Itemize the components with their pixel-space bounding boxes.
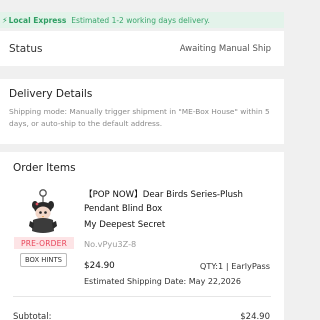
product-variant: My Deepest Secret <box>84 220 166 230</box>
order-items-card: Order Items <box>0 152 284 320</box>
status-value: Awaiting Manual Ship <box>179 43 271 54</box>
order-items-title: Order Items <box>13 162 76 174</box>
subtotal-label: Subtotal: <box>13 312 52 320</box>
lightning-bolt-icon: ⚡ <box>2 15 8 25</box>
plush-bird-pendant-image <box>29 189 57 233</box>
shipping-banner: ⚡ Local Express Estimated 1-2 working da… <box>0 12 284 28</box>
box-hints-button[interactable]: BOX HINTS <box>20 253 67 267</box>
estimated-shipping-date: Estimated Shipping Date: May 22,2026 <box>84 277 241 286</box>
shipping-mode-text: Shipping mode: Manually trigger shipment… <box>9 107 270 128</box>
status-label: Status <box>9 42 43 55</box>
pre-order-badge: PRE-ORDER <box>14 237 74 249</box>
subtotal-value: $24.90 <box>240 312 270 320</box>
delivery-details-title: Delivery Details <box>9 88 93 100</box>
delivery-estimate-text: Estimated 1-2 working days delivery. <box>71 15 210 25</box>
status-card: Status Awaiting Manual Ship <box>0 31 284 66</box>
divider <box>13 296 271 297</box>
product-price: $24.90 <box>84 261 115 271</box>
delivery-details-card: Delivery Details Shipping mode: Manually… <box>0 79 284 144</box>
product-quantity: QTY:1 | EarlyPass <box>199 261 270 271</box>
local-express-label: Local Express <box>8 15 67 25</box>
product-name[interactable]: 【POP NOW】Dear Birds Series-Plush Pendant… <box>84 188 274 216</box>
product-thumbnail[interactable] <box>24 189 62 235</box>
product-sku: No.vPyu3Z-8 <box>84 239 137 249</box>
